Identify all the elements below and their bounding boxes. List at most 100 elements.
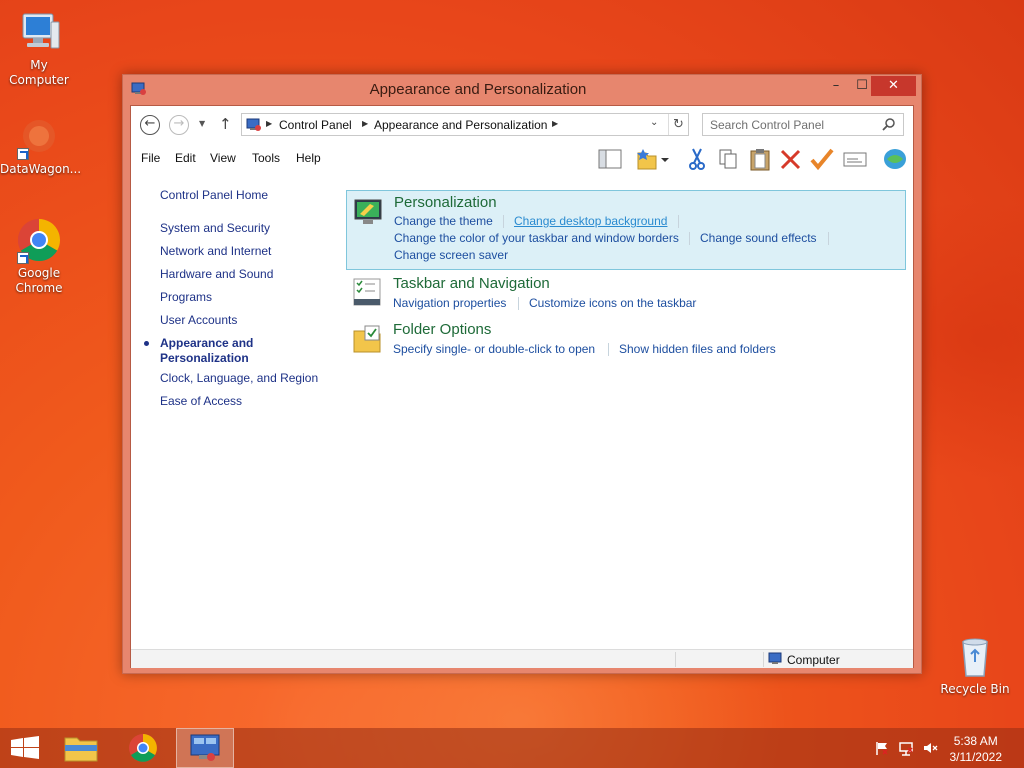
nav-clock-language-region[interactable]: Clock, Language, and Region xyxy=(160,371,318,385)
menu-help[interactable]: Help xyxy=(296,151,321,165)
chrome-icon xyxy=(15,216,63,264)
link-change-taskbar-color[interactable]: Change the color of your taskbar and win… xyxy=(394,231,679,245)
current-page-bullet xyxy=(144,341,149,346)
link-separator xyxy=(518,297,519,310)
recycle-bin-icon xyxy=(951,632,999,680)
search-box[interactable] xyxy=(702,113,904,136)
address-bar[interactable]: ▶ Control Panel ▶ Appearance and Persona… xyxy=(241,113,689,136)
copy-icon[interactable] xyxy=(715,147,741,171)
nav-control-panel-home[interactable]: Control Panel Home xyxy=(160,188,268,202)
window-client-area: ← → ▼ ↑ ▶ Control Panel ▶ Appearance and… xyxy=(130,105,914,668)
menu-view[interactable]: View xyxy=(210,151,236,165)
section-title[interactable]: Personalization xyxy=(394,194,497,211)
window-title: Appearance and Personalization xyxy=(369,81,587,98)
desktop-icon-datawagon[interactable]: DataWagon... xyxy=(0,112,81,177)
link-show-hidden-files[interactable]: Show hidden files and folders xyxy=(619,342,776,356)
delete-icon[interactable] xyxy=(778,147,804,171)
paste-icon[interactable] xyxy=(747,147,773,171)
datawagon-icon xyxy=(15,112,63,160)
chevron-down-icon[interactable]: ⌄ xyxy=(650,117,658,128)
desktop-icon-google-chrome[interactable]: Google Chrome xyxy=(0,216,78,296)
link-single-double-click[interactable]: Specify single- or double-click to open xyxy=(393,342,595,356)
section-personalization: Personalization Change the theme Change … xyxy=(346,190,906,270)
personalization-icon xyxy=(352,196,384,228)
taskbar-icon xyxy=(351,277,383,309)
chevron-down-icon[interactable] xyxy=(658,147,672,171)
properties-icon[interactable] xyxy=(842,147,868,171)
menu-edit[interactable]: Edit xyxy=(175,151,196,165)
link-change-the-theme[interactable]: Change the theme xyxy=(394,214,493,228)
back-button[interactable]: ← xyxy=(140,115,160,135)
nav-network-and-internet[interactable]: Network and Internet xyxy=(160,244,271,258)
link-separator xyxy=(828,232,829,245)
minimize-button[interactable]: – xyxy=(823,76,849,96)
breadcrumb-appearance[interactable]: Appearance and Personalization xyxy=(374,118,547,132)
taskbar-control-panel[interactable] xyxy=(176,728,234,768)
desktop-icon-recycle-bin[interactable]: Recycle Bin xyxy=(936,632,1014,697)
computer-icon xyxy=(15,8,63,56)
shortcut-arrow-icon xyxy=(17,148,29,160)
chevron-right-icon[interactable]: ▶ xyxy=(362,119,368,128)
title-bar[interactable]: Appearance and Personalization – ☐ ✕ xyxy=(123,75,921,105)
desktop-icon-label: Recycle Bin xyxy=(940,682,1010,696)
status-text: Computer xyxy=(787,653,840,667)
computer-icon xyxy=(768,652,784,669)
navigation-bar: ← → ▼ ↑ ▶ Control Panel ▶ Appearance and… xyxy=(131,106,913,144)
desktop-icon-label: Google Chrome xyxy=(15,266,63,295)
cut-icon[interactable] xyxy=(684,147,710,171)
menu-file[interactable]: File xyxy=(141,151,160,165)
system-clock[interactable]: 5:38 AM 3/11/2022 xyxy=(950,733,1003,765)
desktop-icon-my-computer[interactable]: My Computer xyxy=(0,8,78,88)
taskbar: 5:38 AM 3/11/2022 xyxy=(0,728,1024,768)
apply-icon[interactable] xyxy=(809,147,835,171)
section-title[interactable]: Folder Options xyxy=(393,321,491,338)
volume-muted-icon[interactable] xyxy=(922,740,938,756)
control-panel-icon xyxy=(246,118,262,135)
search-icon[interactable] xyxy=(882,117,896,134)
search-input[interactable] xyxy=(703,114,873,135)
section-title[interactable]: Taskbar and Navigation xyxy=(393,275,550,292)
menu-tools[interactable]: Tools xyxy=(252,151,280,165)
network-icon[interactable] xyxy=(898,740,914,756)
favorites-folder-icon[interactable] xyxy=(634,147,660,171)
status-bar: Computer xyxy=(131,649,913,668)
link-separator xyxy=(503,215,504,228)
link-separator xyxy=(689,232,690,245)
nav-programs[interactable]: Programs xyxy=(160,290,212,304)
link-change-desktop-background[interactable]: Change desktop background xyxy=(514,214,667,228)
recent-locations-icon[interactable]: ▼ xyxy=(199,119,205,128)
refresh-button[interactable]: ↻ xyxy=(668,114,688,135)
taskbar-file-explorer[interactable] xyxy=(52,728,110,768)
section-taskbar-and-navigation: Taskbar and Navigation Navigation proper… xyxy=(346,272,906,316)
link-separator xyxy=(678,215,679,228)
chevron-right-icon[interactable]: ▶ xyxy=(266,119,272,128)
link-customize-taskbar-icons[interactable]: Customize icons on the taskbar xyxy=(529,296,696,310)
close-button[interactable]: ✕ xyxy=(871,76,916,96)
start-button[interactable] xyxy=(0,728,50,768)
nav-system-and-security[interactable]: System and Security xyxy=(160,221,270,235)
world-icon[interactable] xyxy=(882,147,908,171)
action-center-flag-icon[interactable] xyxy=(874,740,890,756)
nav-user-accounts[interactable]: User Accounts xyxy=(160,313,237,327)
link-separator xyxy=(608,343,609,356)
link-navigation-properties[interactable]: Navigation properties xyxy=(393,296,506,310)
menu-bar: File Edit View Tools Help xyxy=(131,144,913,174)
chevron-right-icon[interactable]: ▶ xyxy=(552,119,558,128)
nav-label-line-1: Appearance and xyxy=(160,336,254,350)
status-divider xyxy=(763,652,764,667)
clock-time: 5:38 AM xyxy=(953,734,998,748)
link-change-screen-saver[interactable]: Change screen saver xyxy=(394,248,508,262)
status-divider xyxy=(675,652,676,667)
nav-ease-of-access[interactable]: Ease of Access xyxy=(160,394,242,408)
link-change-sound-effects[interactable]: Change sound effects xyxy=(700,231,817,245)
up-button[interactable]: ↑ xyxy=(219,115,232,133)
section-folder-options: Folder Options Specify single- or double… xyxy=(346,318,906,362)
desktop-icon-label: My Computer xyxy=(9,58,69,87)
clock-date: 3/11/2022 xyxy=(949,750,1003,764)
breadcrumb-control-panel[interactable]: Control Panel xyxy=(279,118,352,132)
nav-appearance-and-personalization[interactable]: Appearance and Personalization xyxy=(144,336,254,366)
layout-icon[interactable] xyxy=(597,147,623,171)
taskbar-chrome[interactable] xyxy=(114,728,172,768)
forward-button[interactable]: → xyxy=(169,115,189,135)
nav-hardware-and-sound[interactable]: Hardware and Sound xyxy=(160,267,273,281)
